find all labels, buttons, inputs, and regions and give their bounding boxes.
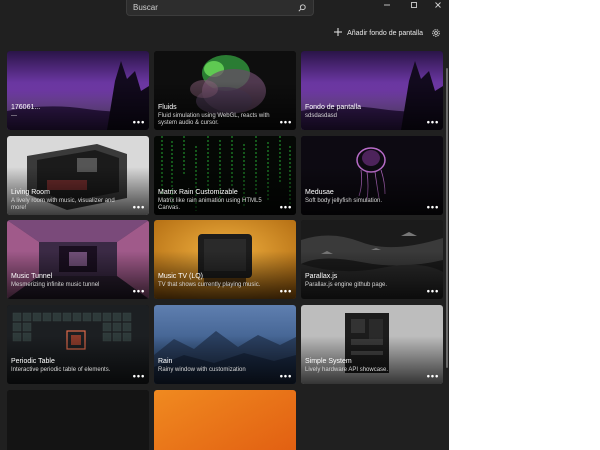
card-title: Music Tunnel xyxy=(11,273,53,280)
card-title: 176061... xyxy=(11,104,41,111)
card-title: Matrix Rain Customizable xyxy=(158,189,238,196)
more-options-button[interactable]: ••• xyxy=(279,118,293,127)
wallpaper-card[interactable]: Fluids Fluid simulation using WebGL, rea… xyxy=(154,51,296,130)
more-options-button[interactable]: ••• xyxy=(279,372,293,381)
wallpaper-thumbnail xyxy=(7,390,149,450)
card-description: A lively room with music, visualizer and… xyxy=(11,198,115,211)
card-title: Fondo de pantalla xyxy=(305,104,362,111)
more-options-button[interactable]: ••• xyxy=(279,287,293,296)
wallpaper-card[interactable]: Periodic Table Interactive periodic tabl… xyxy=(7,305,149,384)
plus-icon xyxy=(333,27,343,39)
more-options-button[interactable]: ••• xyxy=(426,118,440,127)
more-options-button[interactable]: ••• xyxy=(426,203,440,212)
close-icon[interactable] xyxy=(427,0,449,10)
card-description: Parallax.js engine github page. xyxy=(305,282,388,288)
card-description: — xyxy=(11,113,17,119)
wallpaper-card[interactable]: Living Room A lively room with music, vi… xyxy=(7,136,149,215)
add-wallpaper-label: Añadir fondo de pantalla xyxy=(347,29,423,37)
search-input[interactable]: Buscar xyxy=(133,3,297,12)
maximize-icon[interactable] xyxy=(403,0,425,10)
card-description: Mesmerizing infinite music tunnel xyxy=(11,282,100,288)
more-options-button[interactable]: ••• xyxy=(132,372,146,381)
card-title: Fluids xyxy=(158,104,177,111)
card-description: Fluid simulation using WebGL, reacts wit… xyxy=(158,113,270,126)
card-description: TV that shows currently playing music. xyxy=(158,282,261,288)
more-options-button[interactable]: ••• xyxy=(279,203,293,212)
wallpaper-thumbnail xyxy=(154,390,296,450)
minimize-icon[interactable] xyxy=(376,0,398,10)
app-window: Buscar Añadir fondo de pantalla 176061..… xyxy=(0,0,449,450)
scrollbar-thumb[interactable] xyxy=(446,68,448,368)
card-description: Lively hardware API showcase. xyxy=(305,367,389,373)
card-shade xyxy=(154,336,296,384)
more-options-button[interactable]: ••• xyxy=(132,203,146,212)
more-options-button[interactable]: ••• xyxy=(132,287,146,296)
card-description: Matrix like rain animation using HTML5 C… xyxy=(158,198,262,211)
card-title: Simple System xyxy=(305,358,352,365)
more-options-button[interactable]: ••• xyxy=(426,372,440,381)
card-title: Parallax.js xyxy=(305,273,338,280)
card-description: Soft body jellyfish simulation. xyxy=(305,198,383,204)
gear-icon[interactable] xyxy=(430,27,442,39)
wallpaper-card[interactable]: Matrix Rain Customizable Matrix like rai… xyxy=(154,136,296,215)
card-title: Living Room xyxy=(11,189,50,196)
add-wallpaper-button[interactable]: Añadir fondo de pantalla xyxy=(333,27,423,39)
scrollbar[interactable] xyxy=(445,50,448,430)
card-title: Rain xyxy=(158,358,173,365)
wallpaper-card[interactable]: Simple System Lively hardware API showca… xyxy=(301,305,443,384)
search-icon[interactable] xyxy=(297,3,307,13)
wallpaper-card[interactable]: Rain Rainy window with customization ••• xyxy=(154,305,296,384)
card-description: sdsdasdasd xyxy=(305,113,338,119)
card-title: Periodic Table xyxy=(11,358,55,365)
wallpaper-card[interactable]: Music Tunnel Mesmerizing infinite music … xyxy=(7,220,149,299)
more-options-button[interactable]: ••• xyxy=(426,287,440,296)
card-description: Rainy window with customization xyxy=(158,367,246,373)
wallpaper-card[interactable]: Parallax.js Parallax.js engine github pa… xyxy=(301,220,443,299)
wallpaper-card[interactable] xyxy=(154,390,296,450)
wallpaper-card[interactable]: Medusae Soft body jellyfish simulation. … xyxy=(301,136,443,215)
card-description: Interactive periodic table of elements. xyxy=(11,367,111,373)
wallpaper-card[interactable]: Music TV (LQ) TV that shows currently pl… xyxy=(154,220,296,299)
wallpaper-card[interactable]: 176061... — ••• xyxy=(7,51,149,130)
card-title: Music TV (LQ) xyxy=(158,273,203,280)
wallpaper-card[interactable] xyxy=(7,390,149,450)
more-options-button[interactable]: ••• xyxy=(132,118,146,127)
search-box[interactable]: Buscar xyxy=(126,0,314,16)
card-title: Medusae xyxy=(305,189,334,196)
wallpaper-card[interactable]: Fondo de pantalla sdsdasdasd ••• xyxy=(301,51,443,130)
wallpaper-grid: 176061... — ••• Fluids Fluid simulation … xyxy=(0,46,449,450)
